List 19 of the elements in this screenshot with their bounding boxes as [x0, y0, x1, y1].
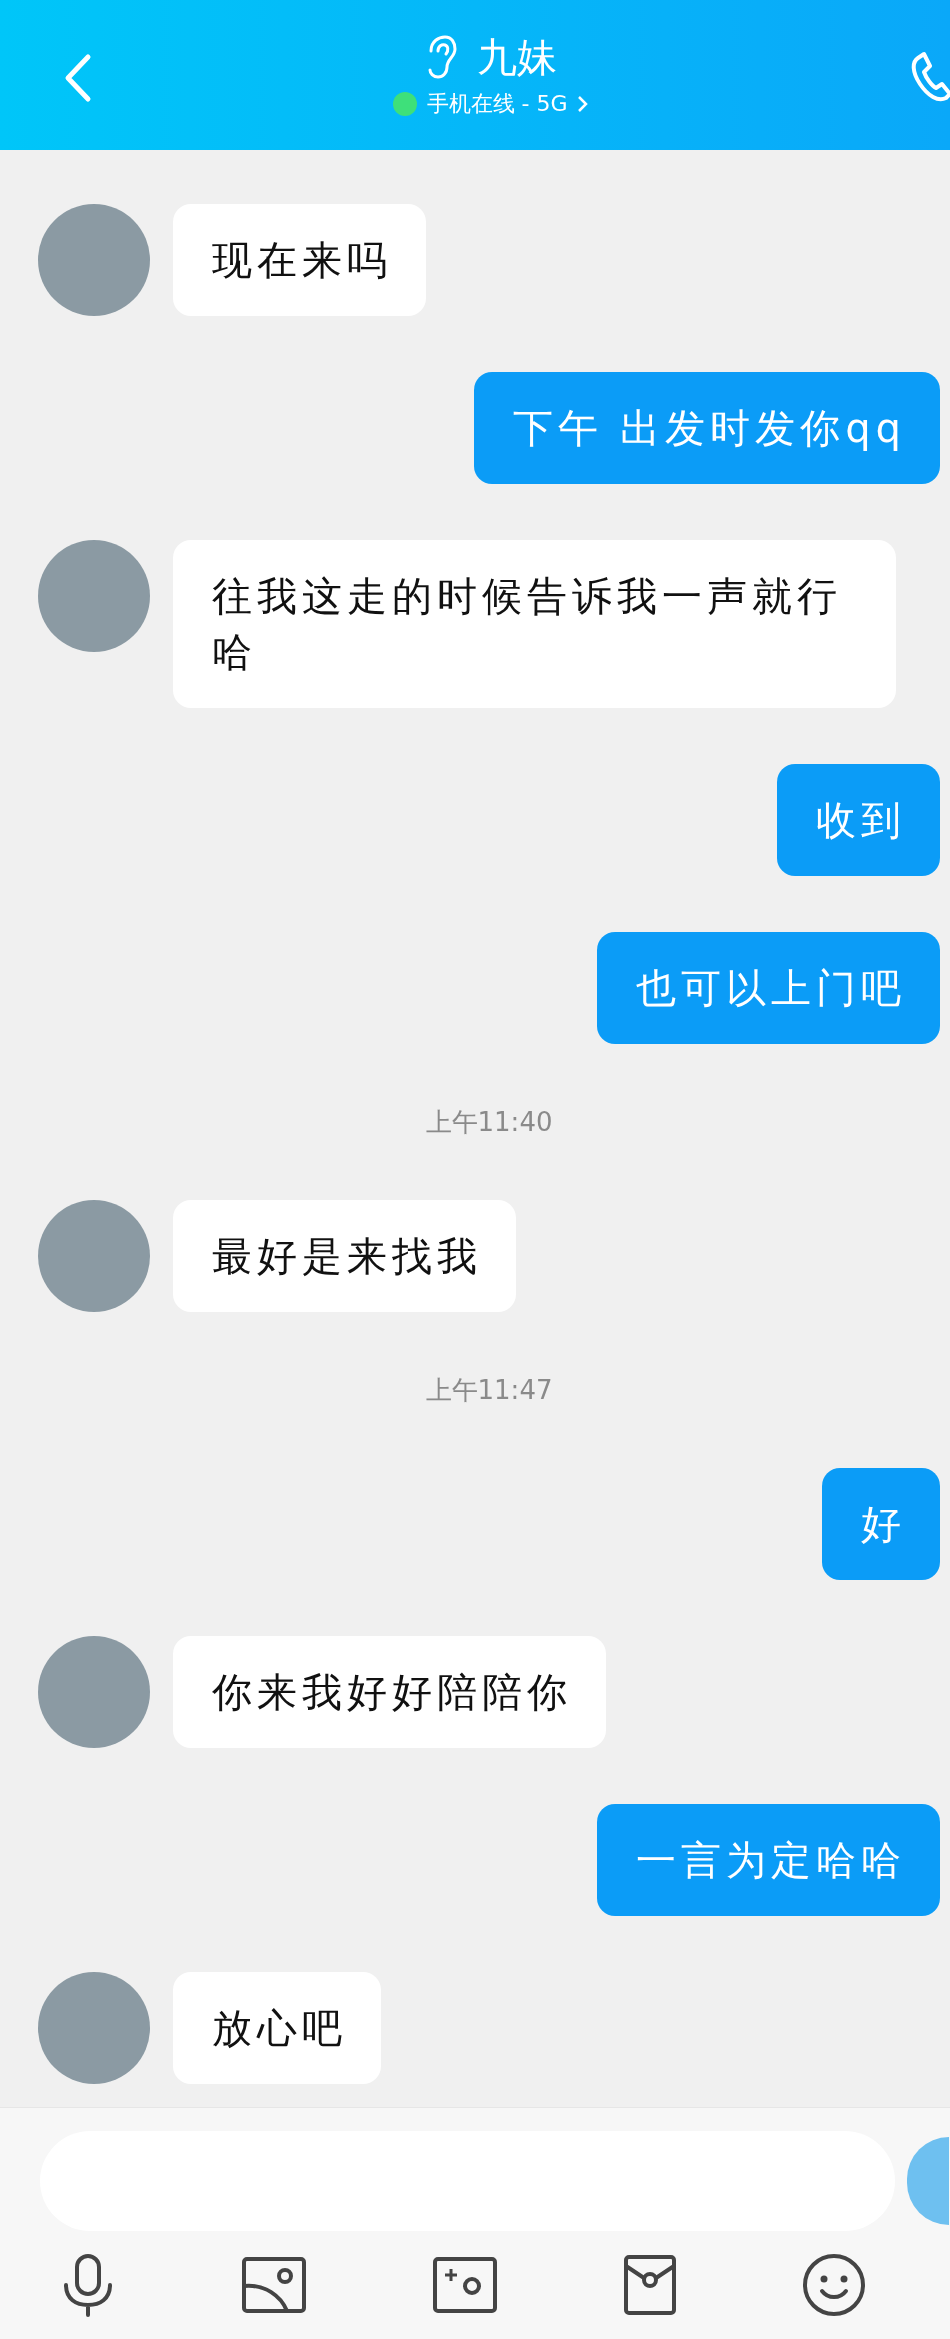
message-bubble: 收到 [777, 764, 940, 876]
message-bubble: 放心吧 [173, 1972, 381, 2084]
message-time: 上午11:40 [425, 1105, 553, 1139]
message-bubble: 往我这走的时候告诉我一声就行哈 [173, 540, 896, 708]
message-time: 上午11:47 [425, 1373, 553, 1407]
chevron-right-icon[interactable] [577, 94, 590, 114]
contact-name: 九妹 [477, 33, 557, 82]
image-icon[interactable] [241, 2256, 307, 2314]
message-bubble: 你来我好好陪陪你 [173, 1636, 606, 1748]
message-bubble: 下午 出发时发你qq [473, 372, 940, 484]
camera-icon[interactable] [432, 2256, 498, 2314]
message-bubble: 一言为定哈哈 [597, 1804, 940, 1916]
message-bubble: 好 [822, 1468, 940, 1580]
envelope-icon[interactable] [623, 2254, 677, 2316]
online-status[interactable]: 手机在线 - 5G [426, 89, 568, 119]
emoji-icon[interactable] [802, 2253, 866, 2317]
message-bubble: 现在来吗 [173, 204, 426, 316]
message-bubble: 最好是来找我 [173, 1200, 516, 1312]
message-bubble: 也可以上门吧 [597, 932, 940, 1044]
